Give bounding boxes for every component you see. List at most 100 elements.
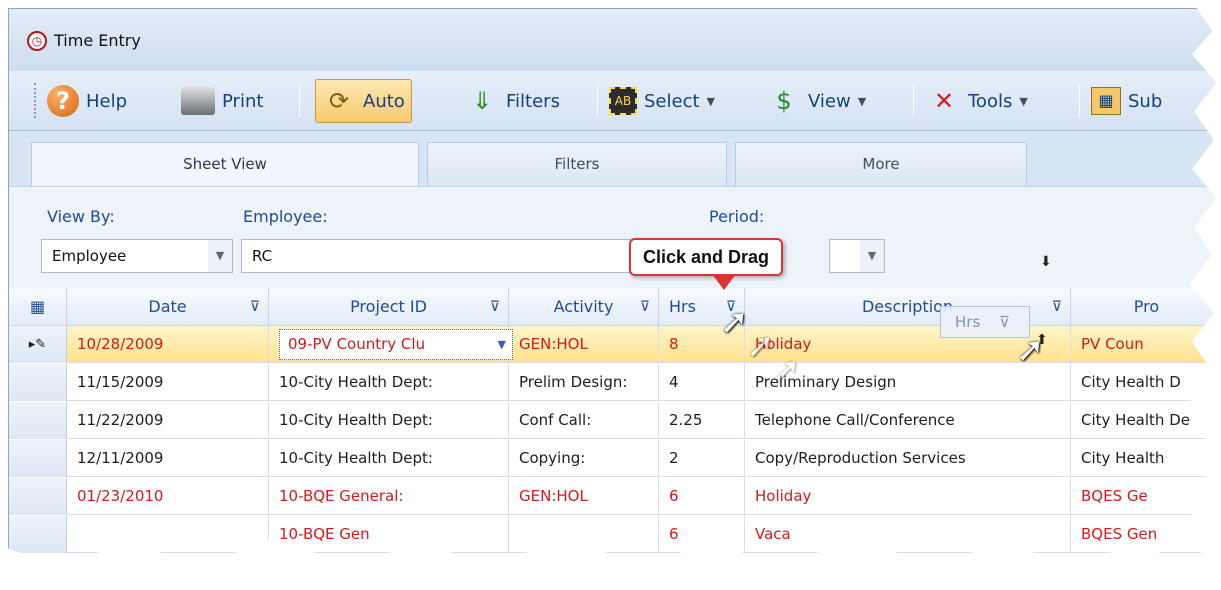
toolbar-separator xyxy=(913,85,914,117)
row-header[interactable] xyxy=(9,364,67,401)
column-header-pro[interactable]: Pro xyxy=(1071,288,1216,326)
toolbar-separator xyxy=(597,85,598,117)
app-clock-icon: ◷ xyxy=(27,31,47,51)
project-id-dropdown[interactable]: 09-PV Country Clu ▼ xyxy=(279,329,513,360)
print-label: Print xyxy=(222,90,264,112)
chevron-down-icon[interactable]: ▼ xyxy=(208,240,232,272)
chevron-down-icon[interactable]: ▼ xyxy=(498,330,506,359)
row-edit-indicator-icon: ▸✎ xyxy=(9,326,67,363)
tab-sheet-view[interactable]: Sheet View xyxy=(31,142,419,188)
cell-date[interactable]: 01/23/2010 xyxy=(67,478,269,515)
row-header[interactable] xyxy=(9,478,67,515)
money-clock-icon: $ xyxy=(776,87,792,115)
row-header[interactable] xyxy=(9,516,67,553)
auto-button[interactable]: ⟳ Auto xyxy=(315,79,412,123)
chevron-down-icon: ▼ xyxy=(706,94,715,108)
chevron-down-icon: ▼ xyxy=(1019,94,1028,108)
table-row[interactable]: 11/22/2009 10-City Health Dept: Conf Cal… xyxy=(9,402,1217,439)
cell-hrs[interactable]: 4 xyxy=(659,364,745,401)
grid-corner[interactable]: ▦ xyxy=(9,288,67,326)
cell-description[interactable]: Holiday xyxy=(745,478,1071,515)
cell-description[interactable]: Copy/Reproduction Services xyxy=(745,440,1071,477)
cell-activity[interactable]: Conf Call: xyxy=(509,402,659,439)
cell-hrs[interactable]: 2 xyxy=(659,440,745,477)
filters-button[interactable]: ⇓ Filters xyxy=(465,79,560,123)
cell-date[interactable]: 11/22/2009 xyxy=(67,402,269,439)
cell-activity[interactable]: Copying: xyxy=(509,440,659,477)
cell-pro[interactable]: BQES Gen xyxy=(1071,516,1216,553)
filter-icon[interactable]: ⊽ xyxy=(640,288,650,326)
filter-icon[interactable]: ⊽ xyxy=(1052,288,1062,326)
cell-date[interactable]: 10/28/2009 xyxy=(67,326,269,363)
cell-date[interactable]: 12/11/2009 xyxy=(67,440,269,477)
mouse-pointer-icon: ➚ xyxy=(720,302,749,342)
column-header-label: Project ID xyxy=(350,297,427,316)
filter-icon[interactable]: ⊽ xyxy=(490,288,500,326)
window-title: Time Entry xyxy=(54,31,141,50)
column-chooser-icon[interactable]: ▦ xyxy=(30,297,45,316)
column-header-label: Date xyxy=(148,297,187,316)
refresh-icon: ⟳ xyxy=(328,87,350,115)
mouse-pointer-trail-icon: ➚ xyxy=(772,350,801,390)
callout-tail xyxy=(712,274,736,290)
cell-hrs[interactable]: 6 xyxy=(659,478,745,515)
toolbar-grip[interactable] xyxy=(34,83,37,118)
cell-hrs[interactable]: 2.25 xyxy=(659,402,745,439)
chevron-down-icon: ▼ xyxy=(857,94,867,108)
project-id-value: 09-PV Country Clu xyxy=(288,335,426,353)
cell-pro[interactable]: BQES Ge xyxy=(1071,478,1216,515)
row-header[interactable] xyxy=(9,402,67,439)
cell-activity[interactable] xyxy=(509,516,659,553)
cell-activity[interactable]: GEN:HOL xyxy=(509,326,659,363)
view-by-select[interactable]: Employee ▼ xyxy=(41,239,233,273)
cell-project[interactable]: 10-City Health Dept: xyxy=(269,440,509,477)
cell-hrs[interactable]: 6 xyxy=(659,516,745,553)
tab-filters[interactable]: Filters xyxy=(427,142,727,186)
help-button[interactable]: ? Help xyxy=(47,79,127,123)
submit-button[interactable]: ▦ Sub xyxy=(1091,79,1162,123)
column-header-label: Activity xyxy=(553,297,614,316)
employee-value: RC xyxy=(252,247,273,265)
column-header-label: Pro xyxy=(1133,297,1160,316)
period-select[interactable]: ▼ xyxy=(829,239,885,273)
cell-pro[interactable]: City Health D xyxy=(1071,364,1216,401)
cell-project[interactable]: 10-City Health Dept: xyxy=(269,402,509,439)
print-button[interactable]: Print xyxy=(181,79,263,123)
column-header-date[interactable]: Date ⊽ xyxy=(67,288,269,326)
table-row[interactable]: 01/23/2010 10-BQE General: GEN:HOL 6 Hol… xyxy=(9,478,1217,515)
cell-pro[interactable]: City Health xyxy=(1071,440,1216,477)
column-header-label: Hrs xyxy=(669,297,696,316)
cell-project[interactable]: 10-City Health Dept: xyxy=(269,364,509,401)
select-label: Select xyxy=(644,90,700,112)
employee-input[interactable]: RC xyxy=(241,239,637,273)
table-row[interactable]: 12/11/2009 10-City Health Dept: Copying:… xyxy=(9,440,1217,477)
tools-label: Tools xyxy=(968,90,1013,112)
cell-date[interactable]: 11/15/2009 xyxy=(67,364,269,401)
tab-more[interactable]: More xyxy=(735,142,1027,186)
column-header-activity[interactable]: Activity ⊽ xyxy=(509,288,659,326)
view-button[interactable]: $ View ▼ xyxy=(767,79,866,123)
cell-activity[interactable]: Prelim Design: xyxy=(509,364,659,401)
cell-pro[interactable]: City Health De xyxy=(1071,402,1216,439)
row-header[interactable] xyxy=(9,440,67,477)
table-row[interactable]: 10-BQE Gen 6 Vaca BQES Gen xyxy=(9,516,1217,553)
chevron-down-icon[interactable]: ▼ xyxy=(860,240,884,272)
timesheet-user-icon: ▦ xyxy=(1091,87,1121,115)
view-by-value: Employee xyxy=(52,247,127,265)
time-entry-window: ◷ Time Entry ? Help Print ⟳ Auto ⇓ Filte… xyxy=(8,8,1217,566)
cell-date[interactable] xyxy=(67,516,269,553)
period-label: Period: xyxy=(709,207,765,226)
select-button[interactable]: AB Select ▼ xyxy=(609,79,715,123)
help-icon: ? xyxy=(47,85,79,117)
printer-icon xyxy=(181,87,215,115)
cell-project[interactable]: 10-BQE General: xyxy=(269,478,509,515)
tools-button[interactable]: ✕ Tools ▼ xyxy=(927,79,1028,123)
toolbar-separator xyxy=(1079,85,1080,117)
cell-project[interactable]: 10-BQE Gen xyxy=(269,516,509,553)
cell-activity[interactable]: GEN:HOL xyxy=(509,478,659,515)
cell-description[interactable]: Telephone Call/Conference xyxy=(745,402,1071,439)
cell-pro[interactable]: PV Coun xyxy=(1071,326,1216,363)
column-header-project-id[interactable]: Project ID ⊽ xyxy=(269,288,509,326)
filter-icon[interactable]: ⊽ xyxy=(250,288,260,326)
cell-description[interactable]: Vaca xyxy=(745,516,1071,553)
